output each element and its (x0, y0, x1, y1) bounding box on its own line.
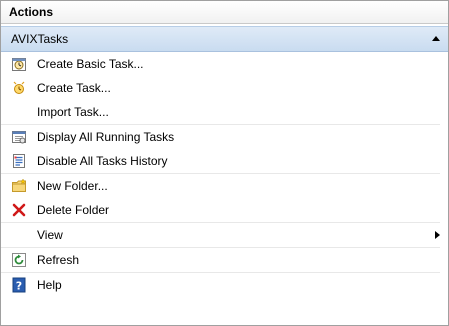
help-icon: ? (12, 277, 26, 293)
action-create-task[interactable]: Create Task... (1, 76, 440, 100)
action-delete-folder[interactable]: Delete Folder (1, 198, 440, 223)
refresh-icon (12, 253, 26, 267)
delete-icon (12, 203, 26, 217)
section-header-avixtasks[interactable]: AVIXTasks (1, 26, 448, 52)
action-disable-tasks-history[interactable]: Disable All Tasks History (1, 149, 440, 174)
pane-title: Actions (1, 1, 448, 24)
action-label: Help (37, 278, 62, 292)
collapse-arrow-icon[interactable] (432, 36, 440, 41)
actions-pane: Actions AVIXTasks Create Basic Task... C… (0, 0, 449, 326)
wizard-icon (12, 58, 26, 71)
action-label: View (37, 228, 63, 242)
action-label: Refresh (37, 253, 80, 267)
action-new-folder[interactable]: New Folder... (1, 174, 440, 198)
action-label: New Folder... (37, 179, 108, 193)
section-title: AVIXTasks (11, 32, 69, 46)
action-label: Create Task... (37, 81, 111, 95)
action-import-task[interactable]: Import Task... (1, 100, 440, 125)
action-refresh[interactable]: Refresh (1, 248, 440, 273)
new-folder-icon (12, 178, 26, 192)
action-label: Delete Folder (37, 203, 110, 217)
submenu-arrow-icon (435, 231, 440, 239)
actions-list: Create Basic Task... Create Task... Impo… (1, 52, 448, 297)
action-label: Display All Running Tasks (37, 130, 175, 144)
new-task-icon (13, 81, 25, 94)
action-help[interactable]: ? Help (1, 273, 440, 297)
action-display-running-tasks[interactable]: Display All Running Tasks (1, 125, 440, 149)
history-icon (13, 154, 25, 168)
action-create-basic-task[interactable]: Create Basic Task... (1, 52, 440, 76)
action-label: Import Task... (37, 105, 109, 119)
running-tasks-icon (12, 131, 26, 144)
action-view[interactable]: View (1, 223, 440, 248)
action-label: Disable All Tasks History (37, 154, 168, 168)
action-label: Create Basic Task... (37, 57, 144, 71)
svg-text:?: ? (16, 280, 22, 293)
